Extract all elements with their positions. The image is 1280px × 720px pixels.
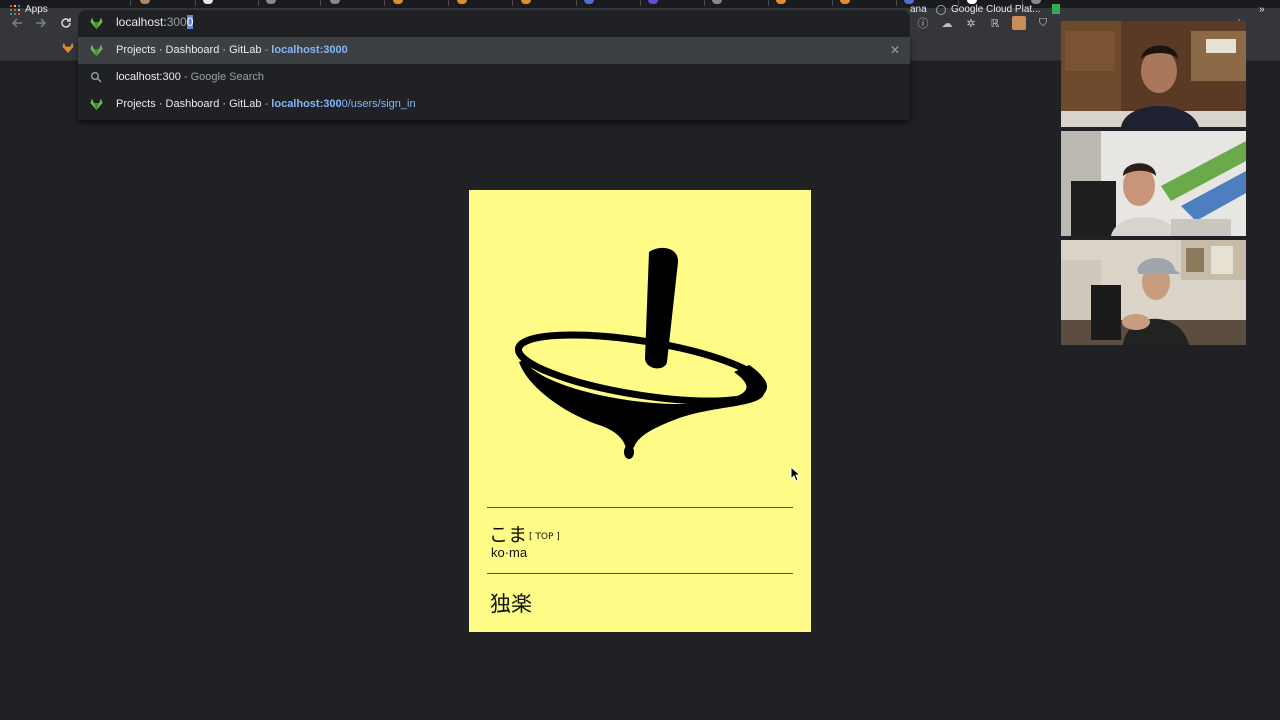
tab-favicon[interactable] xyxy=(776,0,786,4)
search-icon xyxy=(91,72,102,83)
gitlab-icon[interactable] xyxy=(62,42,74,53)
tab-separator xyxy=(704,0,705,6)
bookmarks-overflow-label: » xyxy=(1259,4,1265,15)
shield-icon[interactable]: ⛉ xyxy=(1036,16,1050,30)
bookmark-apps[interactable]: Apps xyxy=(10,4,48,15)
word-kana: こま[ TOP ] xyxy=(489,520,560,547)
suggestion-suffix: Google Search xyxy=(190,71,264,83)
bookmark-partial-label: ana xyxy=(910,4,927,15)
bookmark-partial[interactable]: ana xyxy=(910,4,927,15)
suggestion-title: localhost:300 xyxy=(116,71,181,83)
back-button[interactable] xyxy=(6,12,28,34)
tab-separator xyxy=(195,0,196,6)
bookmark-google-cloud[interactable]: Google Cloud Plat... xyxy=(936,4,1041,15)
participant-video xyxy=(1061,21,1246,127)
participant-video xyxy=(1061,131,1246,236)
gitlab-icon xyxy=(90,98,103,110)
address-bar[interactable]: localhost:3000 xyxy=(78,10,910,37)
sheets-icon[interactable] xyxy=(1052,4,1060,14)
tab-favicon[interactable] xyxy=(330,0,340,4)
video-tile[interactable] xyxy=(1061,131,1246,236)
tab-separator xyxy=(768,0,769,6)
tab-separator xyxy=(512,0,513,6)
translation-tag: [ TOP ] xyxy=(529,532,560,542)
word-romaji: ko·ma xyxy=(491,545,528,560)
suggestion-separator: - xyxy=(261,98,272,110)
reload-button[interactable] xyxy=(55,12,77,34)
bookmark-google-cloud-label: Google Cloud Plat... xyxy=(951,4,1041,15)
tab-separator xyxy=(384,0,385,6)
gitlab-icon xyxy=(90,44,103,56)
tab-separator xyxy=(832,0,833,6)
video-tile[interactable] xyxy=(1061,21,1246,127)
tab-favicon[interactable] xyxy=(712,0,722,4)
arrow-right-icon xyxy=(36,18,47,28)
tab-separator xyxy=(576,0,577,6)
suggestion-separator: - xyxy=(180,71,191,83)
suggestion-separator: - xyxy=(261,44,272,56)
participant-video xyxy=(1061,240,1246,345)
flashcard: こま[ TOP ] ko·ma 独楽 xyxy=(469,190,811,632)
suggestion-item[interactable]: Projects · Dashboard · GitLab - localhos… xyxy=(78,91,910,118)
address-input[interactable]: localhost:3000 xyxy=(116,15,194,29)
divider xyxy=(487,573,793,574)
omnibox-suggestions: Projects · Dashboard · GitLab - localhos… xyxy=(78,37,910,120)
tab-favicon[interactable] xyxy=(393,0,403,4)
kana-text: こま xyxy=(489,524,528,546)
suggestion-title: Projects · Dashboard · GitLab xyxy=(116,44,262,56)
tab-favicon[interactable] xyxy=(648,0,658,4)
suggestion-url-bold: localhost:300 xyxy=(271,98,342,110)
extension-icon[interactable] xyxy=(1012,16,1026,30)
tab-separator xyxy=(320,0,321,6)
tab-favicon[interactable] xyxy=(266,0,276,4)
remove-suggestion-button[interactable]: ✕ xyxy=(890,43,900,57)
tab-favicon[interactable] xyxy=(140,0,150,4)
tab-strip xyxy=(0,0,1280,8)
gear-icon[interactable]: ✲ xyxy=(964,16,978,30)
tab-favicon[interactable] xyxy=(457,0,467,4)
tab-separator xyxy=(896,0,897,6)
word-kanji: 独楽 xyxy=(490,592,532,616)
tab-favicon[interactable] xyxy=(203,0,213,4)
video-tile[interactable] xyxy=(1061,240,1246,345)
suggestion-title: Projects · Dashboard · GitLab xyxy=(116,98,262,110)
tab-separator xyxy=(448,0,449,6)
arrow-left-icon xyxy=(11,18,22,28)
cloud-icon[interactable]: ☁ xyxy=(940,16,954,30)
reload-icon xyxy=(61,18,71,28)
info-icon[interactable]: ⓘ xyxy=(916,16,930,30)
mouse-cursor-icon xyxy=(790,466,800,482)
suggestion-url: localhost:3000 xyxy=(271,44,348,56)
tab-favicon[interactable] xyxy=(521,0,531,4)
globe-icon xyxy=(936,4,946,15)
tab-separator xyxy=(258,0,259,6)
extension-icon[interactable]: ℝ xyxy=(988,16,1002,30)
suggestion-item[interactable]: Projects · Dashboard · GitLab - localhos… xyxy=(78,37,910,64)
tab-favicon[interactable] xyxy=(840,0,850,4)
tab-favicon[interactable] xyxy=(584,0,594,4)
tab-separator xyxy=(640,0,641,6)
forward-button[interactable] xyxy=(30,12,52,34)
apps-grid-icon xyxy=(10,4,20,15)
suggestion-item[interactable]: localhost:300 - Google Search xyxy=(78,64,910,91)
bookmarks-overflow-button[interactable]: » xyxy=(1259,4,1265,15)
divider xyxy=(487,507,793,508)
bookmark-apps-label: Apps xyxy=(25,4,48,15)
tab-separator xyxy=(130,0,131,6)
suggestion-url-rest: 0/users/sign_in xyxy=(341,98,416,110)
spinning-top-illustration xyxy=(514,247,768,459)
gitlab-icon xyxy=(90,17,103,29)
